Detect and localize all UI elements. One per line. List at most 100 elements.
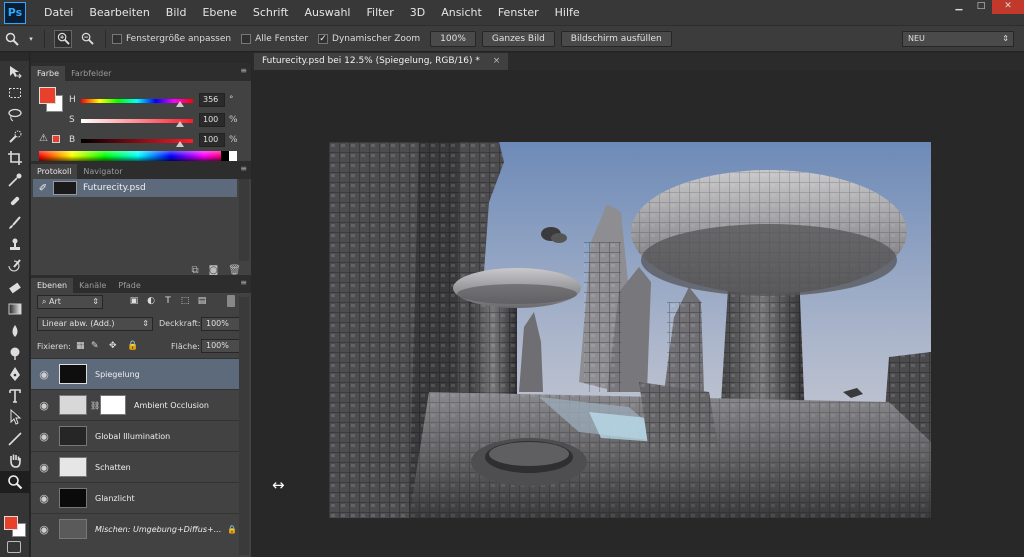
menu-schrift[interactable]: Schrift <box>245 0 297 25</box>
dodge-tool-icon[interactable] <box>0 342 30 364</box>
layers-scrollbar[interactable] <box>239 297 249 555</box>
gamut-warning-icon[interactable]: ⚠ <box>39 133 48 144</box>
visibility-eye-icon[interactable]: ◉ <box>31 430 57 443</box>
path-selection-tool-icon[interactable] <box>0 407 30 429</box>
scrubby-zoom-checkbox[interactable]: ✓ Dynamischer Zoom <box>318 33 420 44</box>
layer-row[interactable]: ◉ Glanzlicht <box>31 482 239 513</box>
layer-row[interactable]: ◉ Global Illumination <box>31 420 239 451</box>
crop-tool-icon[interactable] <box>0 147 30 169</box>
smart-object-filter-icon[interactable]: ▤ <box>196 295 208 307</box>
foreground-color-picker[interactable] <box>39 87 56 104</box>
gradient-tool-icon[interactable] <box>0 299 30 321</box>
new-snapshot-icon[interactable]: ◙ <box>209 265 219 276</box>
visibility-eye-icon[interactable]: ◉ <box>31 523 57 536</box>
hue-value-field[interactable]: 356 <box>199 93 225 107</box>
type-layer-filter-icon[interactable]: T <box>162 295 174 307</box>
fill-screen-button[interactable]: Bildschirm ausfüllen <box>560 30 672 47</box>
line-tool-icon[interactable] <box>0 428 30 450</box>
tab-protokoll[interactable]: Protokoll <box>31 164 78 179</box>
document-canvas[interactable] <box>329 142 931 518</box>
canvas-area[interactable] <box>252 70 1024 557</box>
menu-bild[interactable]: Bild <box>158 0 195 25</box>
marquee-tool-icon[interactable] <box>0 83 30 105</box>
fit-screen-button[interactable]: Ganzes Bild <box>481 30 555 47</box>
healing-brush-tool-icon[interactable] <box>0 191 30 213</box>
zoom-100-button[interactable]: 100% <box>430 30 476 47</box>
menu-3d[interactable]: 3D <box>402 0 433 25</box>
lock-position-icon[interactable]: ✥ <box>109 341 117 351</box>
shape-layer-filter-icon[interactable]: ⬚ <box>179 295 191 307</box>
tab-pfade[interactable]: Pfade <box>112 278 147 293</box>
tab-farbe[interactable]: Farbe <box>31 66 66 81</box>
move-tool-icon[interactable] <box>0 61 30 83</box>
layer-row[interactable]: ◉ Spiegelung <box>31 358 239 389</box>
history-brush-tool-icon[interactable] <box>0 255 30 277</box>
lasso-tool-icon[interactable] <box>0 104 30 126</box>
layer-mask-thumbnail[interactable] <box>100 395 126 415</box>
panel-menu-icon[interactable]: ≡ <box>240 164 247 173</box>
visibility-eye-icon[interactable]: ◉ <box>31 399 57 412</box>
tab-farbfelder[interactable]: Farbfelder <box>65 66 117 81</box>
close-icon[interactable]: × <box>493 56 501 66</box>
menu-bearbeiten[interactable]: Bearbeiten <box>81 0 157 25</box>
hue-slider-thumb[interactable] <box>176 101 184 107</box>
zoom-tool-icon[interactable] <box>3 30 21 48</box>
tab-ebenen[interactable]: Ebenen <box>31 278 74 293</box>
panel-menu-icon[interactable]: ≡ <box>240 66 247 75</box>
blend-mode-select[interactable]: Linear abw. (Add.) ⇕ <box>37 317 153 331</box>
minimize-button[interactable]: ▁ <box>948 0 970 14</box>
checkbox-box[interactable] <box>241 33 252 44</box>
eraser-tool-icon[interactable] <box>0 277 30 299</box>
tab-navigator[interactable]: Navigator <box>77 164 128 179</box>
layer-row[interactable]: ◉ Schatten <box>31 451 239 482</box>
clone-stamp-tool-icon[interactable] <box>0 234 30 256</box>
color-spectrum[interactable] <box>39 151 237 161</box>
workspace-select[interactable]: NEU ⇕ <box>902 31 1014 47</box>
menu-ebene[interactable]: Ebene <box>194 0 244 25</box>
menu-filter[interactable]: Filter <box>358 0 401 25</box>
eyedropper-tool-icon[interactable] <box>0 169 30 191</box>
zoom-tool-icon[interactable] <box>0 471 30 493</box>
pen-tool-icon[interactable] <box>0 363 30 385</box>
pixel-layer-filter-icon[interactable]: ▣ <box>128 295 140 307</box>
color-swatches[interactable] <box>4 513 28 539</box>
menu-fenster[interactable]: Fenster <box>490 0 547 25</box>
close-window-button[interactable]: ✕ <box>992 0 1024 14</box>
foreground-color-swatch[interactable] <box>4 516 18 530</box>
panel-menu-icon[interactable]: ≡ <box>240 278 247 287</box>
layer-row[interactable]: ◉ Mischen: Umgebung+Diffus+... 🔒 <box>31 513 239 544</box>
saturation-slider-thumb[interactable] <box>176 121 184 127</box>
brightness-value-field[interactable]: 100 <box>199 133 225 147</box>
visibility-eye-icon[interactable]: ◉ <box>31 368 57 381</box>
saturation-value-field[interactable]: 100 <box>199 113 225 127</box>
menu-hilfe[interactable]: Hilfe <box>547 0 588 25</box>
history-snapshot-row[interactable]: ✐ Futurecity.psd <box>33 179 237 197</box>
hand-tool-icon[interactable] <box>0 450 30 472</box>
checkmark-icon[interactable]: ✓ <box>318 33 329 44</box>
menu-datei[interactable]: Datei <box>36 0 81 25</box>
tab-kanaele[interactable]: Kanäle <box>73 278 112 293</box>
layer-row[interactable]: ◉ ⛓ Ambient Occlusion <box>31 389 239 420</box>
gamut-swatch[interactable] <box>52 135 60 143</box>
quick-selection-tool-icon[interactable] <box>0 126 30 148</box>
fit-windows-checkbox[interactable]: Fenstergröße anpassen <box>112 33 231 44</box>
visibility-eye-icon[interactable]: ◉ <box>31 492 57 505</box>
blur-tool-icon[interactable] <box>0 320 30 342</box>
new-document-from-state-icon[interactable]: ⧉ <box>191 265 198 276</box>
black-white-swatch[interactable] <box>221 151 237 161</box>
zoom-in-icon[interactable] <box>54 29 72 48</box>
menu-ansicht[interactable]: Ansicht <box>433 0 490 25</box>
history-brush-icon[interactable]: ✐ <box>33 183 53 194</box>
menu-auswahl[interactable]: Auswahl <box>296 0 358 25</box>
brush-tool-icon[interactable] <box>0 212 30 234</box>
delete-icon[interactable]: 🗑 <box>228 265 241 276</box>
adjustment-layer-filter-icon[interactable]: ◐ <box>145 295 157 307</box>
layer-filter-kind-select[interactable]: ⌕ Art ⇕ <box>37 295 103 309</box>
brightness-slider-thumb[interactable] <box>176 141 184 147</box>
lock-pixels-icon[interactable]: ✎ <box>91 341 99 351</box>
zoom-out-icon[interactable] <box>78 30 96 48</box>
visibility-eye-icon[interactable]: ◉ <box>31 461 57 474</box>
checkbox-box[interactable] <box>112 33 122 44</box>
type-tool-icon[interactable] <box>0 385 30 407</box>
maximize-button[interactable]: □ <box>970 0 992 14</box>
